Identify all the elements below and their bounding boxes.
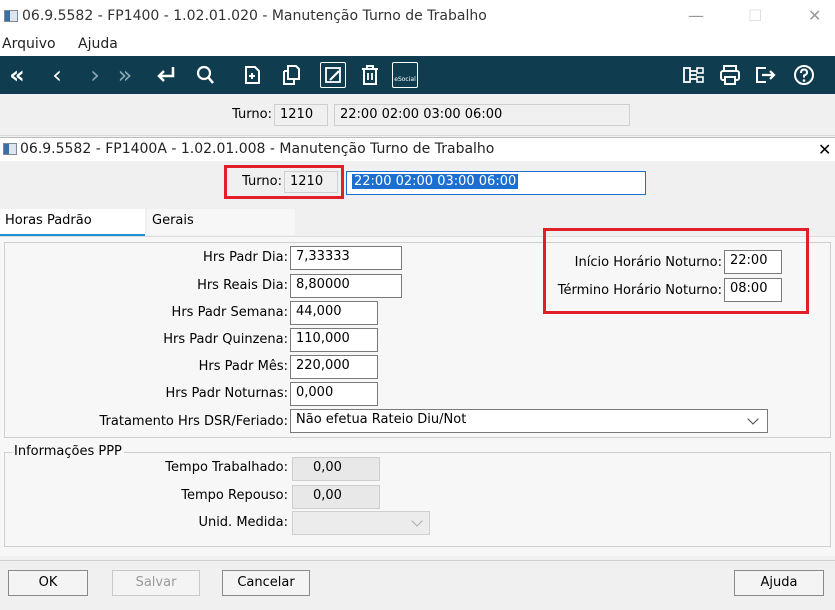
window-app-icon	[4, 10, 18, 22]
minimize-icon[interactable]: —	[688, 6, 704, 25]
input-hrs-padr-semana[interactable]: 44,000	[290, 301, 378, 325]
esocial-label: eSocial	[394, 76, 416, 83]
label-inicio-noturno: Início Horário Noturno:	[574, 255, 722, 270]
input-hrs-reais-dia[interactable]: 8,80000	[290, 274, 402, 298]
ppp-group-title: Informações PPP	[12, 444, 124, 459]
previous-icon[interactable]: ‹	[44, 62, 70, 88]
toolbar: « ‹ › » eSocial	[0, 56, 835, 94]
menu-arquivo[interactable]: Arquivo	[2, 36, 56, 52]
last-icon[interactable]: »	[112, 62, 138, 88]
input-hrs-padr-dia[interactable]: 7,33333	[290, 246, 402, 270]
chevron-down-icon	[747, 413, 759, 425]
hierarchy-icon[interactable]	[680, 62, 706, 88]
turno-schedule-input[interactable]: 22:00 02:00 03:00 06:00	[346, 171, 646, 195]
search-icon[interactable]	[192, 62, 218, 88]
select-unid-medida	[292, 511, 430, 535]
inner-title-bar: 06.9.5582 - FP1400A - 1.02.01.008 - Manu…	[0, 137, 835, 161]
outer-turno-strip: Turno: 1210 22:00 02:00 03:00 06:00	[0, 94, 835, 136]
outer-title-bar: 06.9.5582 - FP1400 - 1.02.01.020 - Manut…	[0, 0, 835, 34]
new-record-icon[interactable]	[240, 62, 266, 88]
input-hrs-padr-noturnas[interactable]: 0,000	[290, 382, 378, 406]
label-hrs-padr-semana: Hrs Padr Semana:	[171, 305, 288, 320]
label-unid-medida: Unid. Medida:	[198, 515, 288, 530]
tab-horas-padrao[interactable]: Horas Padrão	[0, 209, 145, 235]
label-tratamento-dsr: Tratamento Hrs DSR/Feriado:	[99, 414, 288, 429]
label-hrs-reais-dia: Hrs Reais Dia:	[197, 278, 288, 293]
next-icon[interactable]: ›	[82, 62, 108, 88]
input-tempo-trabalhado: 0,00	[292, 457, 380, 481]
chevron-down-icon-disabled	[411, 515, 423, 527]
copy-icon[interactable]	[278, 62, 304, 88]
label-hrs-padr-noturnas: Hrs Padr Noturnas:	[165, 386, 288, 401]
esocial-icon[interactable]: eSocial	[392, 62, 418, 88]
label-termino-noturno: Término Horário Noturno:	[557, 283, 722, 298]
select-tratamento-dsr-value: Não efetua Rateio Diu/Not	[296, 412, 467, 427]
turno-code: 1210	[284, 171, 338, 193]
label-tempo-repouso: Tempo Repouso:	[181, 488, 288, 503]
input-hrs-padr-quinzena[interactable]: 110,000	[290, 328, 378, 352]
print-icon[interactable]	[716, 62, 742, 88]
dialog-app-icon	[3, 143, 17, 155]
dialog-close-icon[interactable]: ✕	[818, 140, 831, 159]
label-tempo-trabalhado: Tempo Trabalhado:	[165, 460, 288, 475]
delete-icon[interactable]	[356, 62, 382, 88]
salvar-button: Salvar	[112, 570, 200, 596]
select-tratamento-dsr[interactable]: Não efetua Rateio Diu/Not	[290, 409, 768, 433]
close-icon[interactable]: ✕	[808, 6, 821, 25]
label-hrs-padr-dia: Hrs Padr Dia:	[203, 250, 288, 265]
outer-turno-label: Turno:	[232, 107, 272, 122]
menu-bar: Arquivo Ajuda	[0, 34, 835, 56]
return-icon[interactable]	[152, 62, 178, 88]
input-inicio-noturno[interactable]: 22:00	[724, 250, 782, 274]
inner-window-title: 06.9.5582 - FP1400A - 1.02.01.008 - Manu…	[20, 141, 495, 157]
turno-label: Turno:	[242, 174, 282, 189]
outer-turno-schedule: 22:00 02:00 03:00 06:00	[334, 104, 630, 126]
input-tempo-repouso: 0,00	[292, 485, 380, 509]
label-hrs-padr-quinzena: Hrs Padr Quinzena:	[163, 332, 288, 347]
outer-window-title: 06.9.5582 - FP1400 - 1.02.01.020 - Manut…	[22, 8, 487, 24]
menu-ajuda[interactable]: Ajuda	[78, 36, 118, 52]
edit-icon[interactable]	[320, 62, 346, 88]
exit-icon[interactable]	[752, 62, 778, 88]
help-icon[interactable]	[790, 62, 816, 88]
cancelar-button[interactable]: Cancelar	[222, 570, 310, 596]
outer-turno-code: 1210	[274, 104, 328, 126]
ok-button[interactable]: OK	[8, 570, 88, 596]
tab-gerais[interactable]: Gerais	[147, 209, 295, 235]
turno-schedule-text: 22:00 02:00 03:00 06:00	[352, 174, 519, 189]
ajuda-button[interactable]: Ajuda	[734, 570, 824, 596]
input-hrs-padr-mes[interactable]: 220,000	[290, 355, 378, 379]
input-termino-noturno[interactable]: 08:00	[724, 278, 782, 302]
maximize-icon[interactable]: ☐	[748, 6, 762, 25]
first-icon[interactable]: «	[4, 62, 30, 88]
label-hrs-padr-mes: Hrs Padr Mês:	[198, 359, 288, 374]
